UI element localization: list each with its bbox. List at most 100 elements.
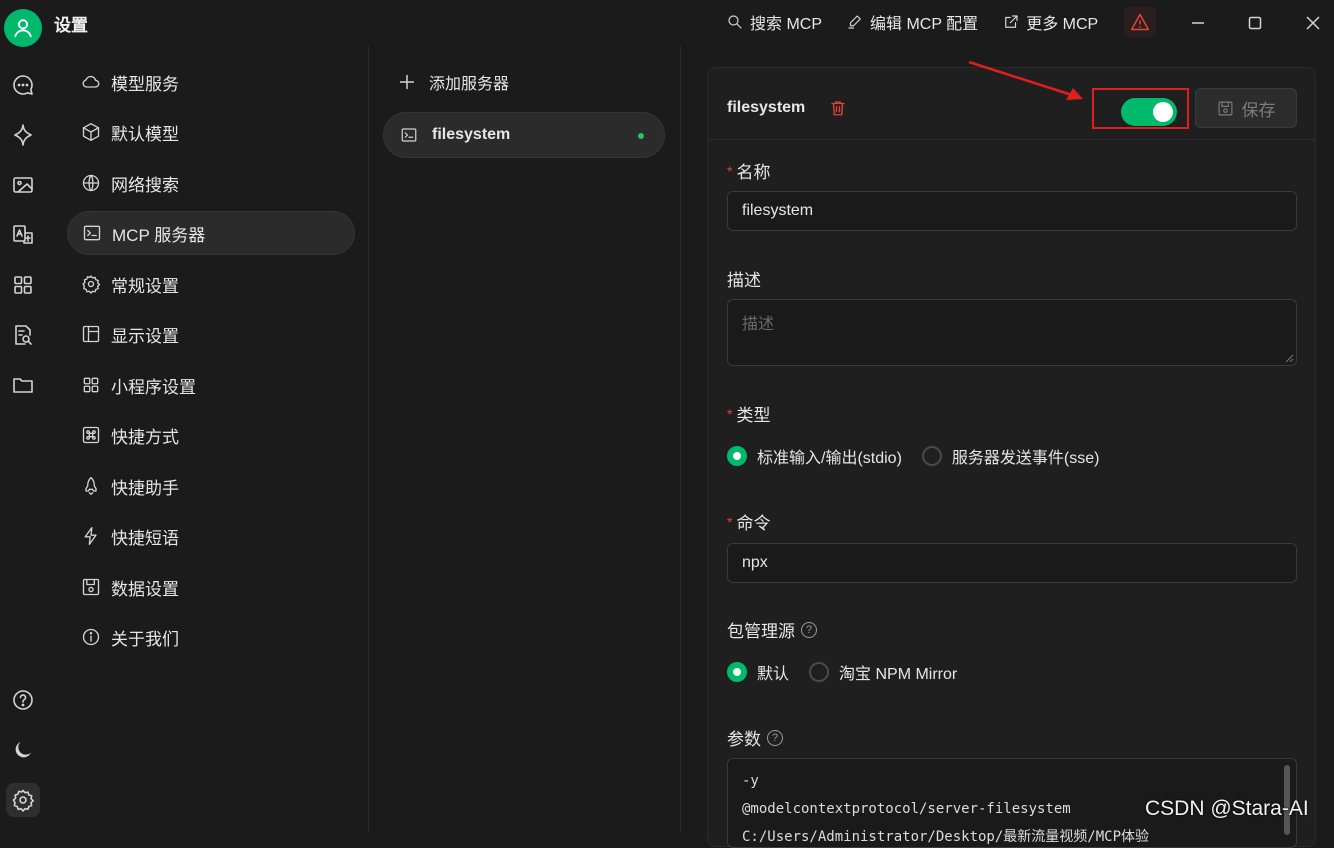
registry-option-default[interactable]: 默认: [727, 660, 789, 684]
server-detail-panel: filesystem 保存 * 名称 filesystem 描述 描述 * 类型…: [707, 67, 1316, 848]
nav-item-about[interactable]: 关于我们: [67, 615, 355, 659]
moon-icon: [15, 742, 31, 758]
required-mark: *: [727, 513, 733, 530]
cloud-icon: [82, 75, 100, 88]
nav-label: 模型服务: [111, 74, 179, 94]
layout-icon: [82, 325, 100, 343]
command-field-label: * 命令: [727, 513, 771, 534]
add-server-button[interactable]: 添加服务器: [399, 70, 509, 94]
required-mark: *: [727, 405, 733, 422]
nav-item-web-search[interactable]: 网络搜索: [67, 161, 355, 205]
nav-label: 数据设置: [111, 579, 179, 599]
nav-item-shortcuts[interactable]: 快捷方式: [67, 413, 355, 457]
list-divider: [680, 46, 681, 832]
registry-field-label: 包管理源 ?: [727, 617, 817, 642]
command-input[interactable]: npx: [727, 543, 1297, 583]
rail-settings-button[interactable]: [6, 783, 40, 817]
nav-label: 快捷短语: [111, 528, 179, 548]
search-icon: [728, 15, 742, 29]
terminal-icon: [83, 225, 101, 241]
rail-chat-button[interactable]: [6, 68, 40, 102]
rail-help-button[interactable]: [6, 683, 40, 717]
args-field-label: 参数 ?: [727, 725, 783, 750]
help-icon: [13, 690, 33, 710]
type-radio-group: 标准输入/输出(stdio) 服务器发送事件(sse): [727, 444, 1099, 468]
nav-item-quick-phrases[interactable]: 快捷短语: [67, 514, 355, 558]
nav-label: MCP 服务器: [112, 225, 206, 245]
nav-item-display-settings[interactable]: 显示设置: [67, 312, 355, 356]
save-button[interactable]: 保存: [1195, 88, 1297, 128]
user-icon: [14, 19, 32, 38]
grid-icon: [83, 377, 99, 393]
server-name-heading: filesystem: [727, 99, 806, 116]
required-mark: *: [727, 162, 733, 179]
radio-unselected: [921, 446, 942, 466]
save-icon: [82, 578, 100, 596]
nav-item-miniapp-settings[interactable]: 小程序设置: [67, 363, 355, 407]
radio-selected: [727, 662, 747, 682]
minimize-icon: [1192, 22, 1204, 24]
warning-icon: [1130, 13, 1150, 31]
help-icon[interactable]: ?: [767, 729, 783, 746]
nav-item-mcp-servers[interactable]: MCP 服务器: [67, 211, 355, 255]
description-textarea[interactable]: 描述: [727, 299, 1297, 366]
server-enable-toggle[interactable]: [1121, 98, 1177, 126]
nav-item-quick-assistant[interactable]: 快捷助手: [67, 464, 355, 508]
settings-nav: 模型服务 默认模型 网络搜索 MCP 服务器 常规设置 显示设置 小程序设置 快…: [55, 46, 368, 832]
rail-agents-button[interactable]: [6, 118, 40, 152]
nav-item-default-model[interactable]: 默认模型: [67, 110, 355, 154]
save-icon: [1218, 101, 1232, 115]
edit-icon: [848, 15, 861, 29]
window-title: 设置: [54, 16, 88, 35]
server-item-filesystem[interactable]: filesystem: [383, 112, 665, 158]
add-server-label: 添加服务器: [429, 76, 510, 93]
nav-label: 快捷助手: [111, 478, 179, 498]
description-placeholder: 描述: [742, 316, 775, 333]
args-line: C:/Users/Administrator/Desktop/最新流量视频/MC…: [742, 829, 1150, 845]
zap-icon: [84, 527, 97, 545]
nav-label: 显示设置: [111, 326, 179, 346]
more-mcp-button[interactable]: 更多 MCP: [1002, 10, 1098, 34]
delete-server-button[interactable]: [829, 99, 847, 117]
top-actions: 搜索 MCP 编辑 MCP 配置 更多 MCP: [726, 10, 1098, 34]
description-field-label: 描述: [727, 271, 761, 290]
rail-image-button[interactable]: [6, 168, 40, 202]
annotation-arrow-icon: [968, 60, 1083, 100]
save-label: 保存: [1241, 100, 1276, 120]
name-input[interactable]: filesystem: [727, 191, 1297, 231]
help-icon[interactable]: ?: [801, 621, 817, 638]
image-icon: [13, 177, 33, 193]
registry-option-taobao[interactable]: 淘宝 NPM Mirror: [809, 660, 957, 684]
globe-icon: [82, 174, 100, 192]
rail-theme-button[interactable]: [6, 733, 40, 767]
cube-icon: [82, 123, 100, 141]
nav-item-general-settings[interactable]: 常规设置: [67, 262, 355, 306]
server-status-dot: [638, 133, 644, 139]
type-option-sse[interactable]: 服务器发送事件(sse): [921, 444, 1099, 468]
rail-files-button[interactable]: [6, 368, 40, 402]
search-mcp-button[interactable]: 搜索 MCP: [726, 10, 822, 34]
registry-radio-group: 默认 淘宝 NPM Mirror: [727, 660, 957, 684]
highlight-box: [1092, 88, 1189, 129]
more-mcp-label: 更多 MCP: [1026, 16, 1099, 33]
radio-selected: [727, 446, 747, 466]
resize-handle-icon: [1285, 354, 1294, 363]
title-bar: 设置 搜索 MCP 编辑 MCP 配置 更多 MCP: [0, 0, 1334, 47]
avatar[interactable]: [4, 9, 42, 47]
rail-apps-button[interactable]: [6, 268, 40, 302]
maximize-button[interactable]: [1241, 10, 1269, 36]
left-rail: [0, 46, 46, 832]
warning-button[interactable]: [1124, 7, 1156, 37]
close-button[interactable]: [1299, 10, 1327, 36]
rail-knowledge-button[interactable]: [6, 318, 40, 352]
nav-item-model-service[interactable]: 模型服务: [67, 60, 355, 104]
rail-translate-button[interactable]: [6, 218, 40, 252]
edit-mcp-config-button[interactable]: 编辑 MCP 配置: [846, 10, 978, 34]
nav-label: 关于我们: [111, 629, 179, 649]
type-option-stdio[interactable]: 标准输入/输出(stdio): [727, 444, 902, 468]
chat-icon: [13, 75, 33, 95]
plus-icon: [400, 75, 414, 89]
search-mcp-label: 搜索 MCP: [750, 16, 823, 33]
nav-item-data-settings[interactable]: 数据设置: [67, 565, 355, 609]
minimize-button[interactable]: [1184, 10, 1212, 36]
